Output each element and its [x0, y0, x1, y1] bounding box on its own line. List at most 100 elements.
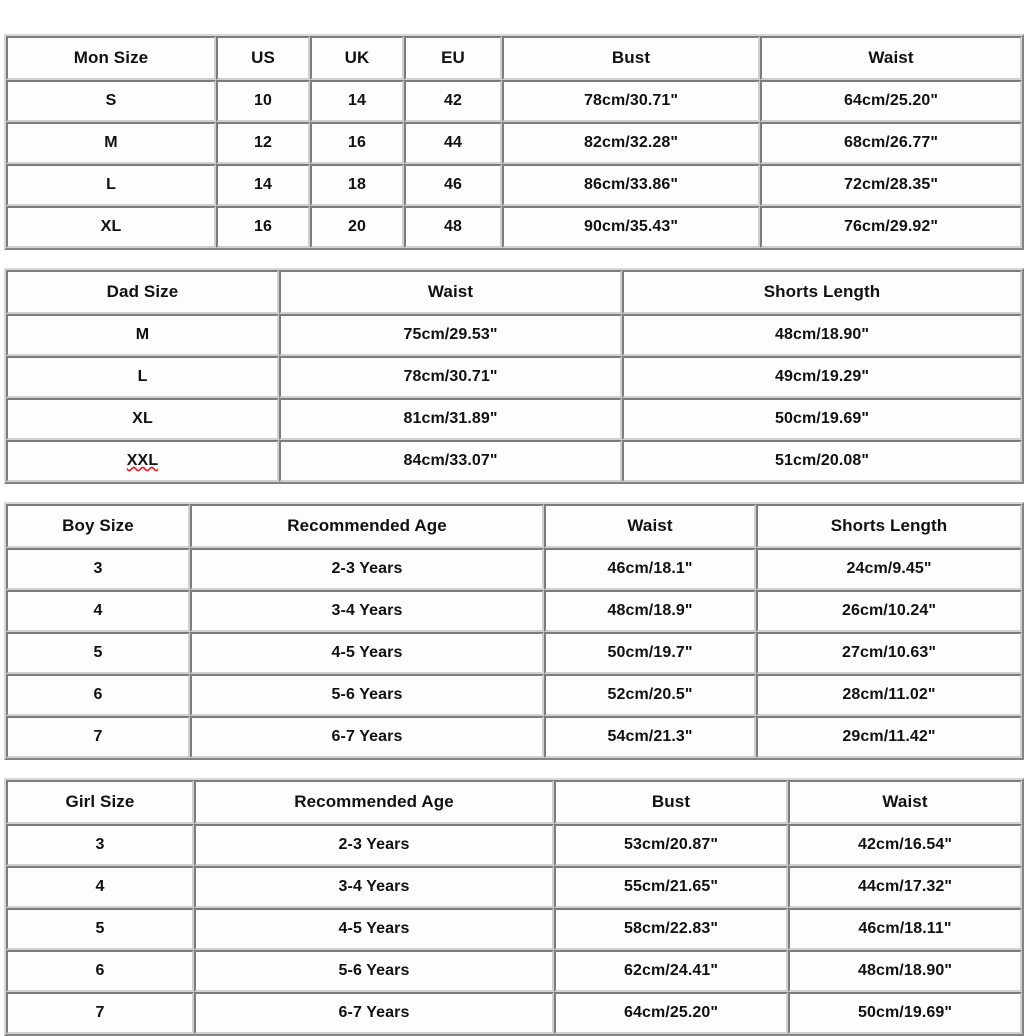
measurement-cell: 20: [310, 206, 404, 248]
measurement-cell: 64cm/25.20": [554, 992, 788, 1034]
table-row: 7 6-7 Years 54cm/21.3" 29cm/11.42": [6, 716, 1022, 758]
measurement-cell: 48cm/18.90": [788, 950, 1022, 992]
size-cell: 5: [6, 632, 190, 674]
column-header: Waist: [279, 270, 622, 314]
size-cell: L: [6, 164, 216, 206]
size-cell: 3: [6, 548, 190, 590]
measurement-cell: 55cm/21.65": [554, 866, 788, 908]
measurement-cell: 42: [404, 80, 502, 122]
size-cell: 4: [6, 590, 190, 632]
measurement-cell: 81cm/31.89": [279, 398, 622, 440]
measurement-cell: 5-6 Years: [194, 950, 554, 992]
measurement-cell: 75cm/29.53": [279, 314, 622, 356]
table-body: S 10 14 42 78cm/30.71" 64cm/25.20" M 12 16 44 82cm…: [6, 80, 1022, 248]
measurement-cell: 42cm/16.54": [788, 824, 1022, 866]
table-row: 3 2-3 Years 46cm/18.1" 24cm/9.45": [6, 548, 1022, 590]
mom-size-chart: Mon Size US UK EU Bust Waist S 10 14 42 78cm/30.7…: [4, 34, 1024, 250]
measurement-cell: 44: [404, 122, 502, 164]
table-row: 3 2-3 Years 53cm/20.87" 42cm/16.54": [6, 824, 1022, 866]
measurement-cell: 84cm/33.07": [279, 440, 622, 482]
measurement-cell: 72cm/28.35": [760, 164, 1022, 206]
measurement-cell: 53cm/20.87": [554, 824, 788, 866]
size-cell: XXL: [6, 440, 279, 482]
measurement-cell: 16: [216, 206, 310, 248]
column-header: Shorts Length: [756, 504, 1022, 548]
column-header: Recommended Age: [194, 780, 554, 824]
measurement-cell: 46: [404, 164, 502, 206]
measurement-cell: 48: [404, 206, 502, 248]
table-row: 6 5-6 Years 62cm/24.41" 48cm/18.90": [6, 950, 1022, 992]
table-row: XL 16 20 48 90cm/35.43" 76cm/29.92": [6, 206, 1022, 248]
measurement-cell: 44cm/17.32": [788, 866, 1022, 908]
measurement-cell: 2-3 Years: [194, 824, 554, 866]
table-body: M 75cm/29.53" 48cm/18.90" L 78cm/30.71" 49cm/…: [6, 314, 1022, 482]
size-chart-page: Mon Size US UK EU Bust Waist S 10 14 42 78cm/30.7…: [0, 0, 1024, 1036]
header-row: Boy Size Recommended Age Waist Shorts Lengt…: [6, 504, 1022, 548]
measurement-cell: 54cm/21.3": [544, 716, 756, 758]
measurement-cell: 6-7 Years: [194, 992, 554, 1034]
measurement-cell: 48cm/18.9": [544, 590, 756, 632]
measurement-cell: 2-3 Years: [190, 548, 544, 590]
size-cell: 7: [6, 716, 190, 758]
table-header: Girl Size Recommended Age Bust Waist: [6, 780, 1022, 824]
column-header: Waist: [544, 504, 756, 548]
size-cell: L: [6, 356, 279, 398]
girl-size-chart: Girl Size Recommended Age Bust Waist 3 2-3 Y…: [4, 778, 1024, 1036]
table-row: 5 4-5 Years 50cm/19.7" 27cm/10.63": [6, 632, 1022, 674]
size-cell: M: [6, 314, 279, 356]
measurement-cell: 52cm/20.5": [544, 674, 756, 716]
size-cell: XL: [6, 398, 279, 440]
table-row: 6 5-6 Years 52cm/20.5" 28cm/11.02": [6, 674, 1022, 716]
boy-size-chart: Boy Size Recommended Age Waist Shorts Lengt…: [4, 502, 1024, 760]
size-cell: XL: [6, 206, 216, 248]
column-header: Mon Size: [6, 36, 216, 80]
size-cell: 7: [6, 992, 194, 1034]
table-header: Mon Size US UK EU Bust Waist: [6, 36, 1022, 80]
table-row: M 75cm/29.53" 48cm/18.90": [6, 314, 1022, 356]
measurement-cell: 10: [216, 80, 310, 122]
measurement-cell: 4-5 Years: [190, 632, 544, 674]
table-header: Dad Size Waist Shorts Length: [6, 270, 1022, 314]
measurement-cell: 4-5 Years: [194, 908, 554, 950]
measurement-cell: 14: [310, 80, 404, 122]
column-header: Bust: [554, 780, 788, 824]
column-header: Recommended Age: [190, 504, 544, 548]
table-body: 3 2-3 Years 53cm/20.87" 42cm/16.54" 4 3-4 Yea…: [6, 824, 1022, 1034]
table-row: L 78cm/30.71" 49cm/19.29": [6, 356, 1022, 398]
table-body: 3 2-3 Years 46cm/18.1" 24cm/9.45" 4 3-4 Years…: [6, 548, 1022, 758]
measurement-cell: 28cm/11.02": [756, 674, 1022, 716]
size-cell: S: [6, 80, 216, 122]
table-row: 7 6-7 Years 64cm/25.20" 50cm/19.69": [6, 992, 1022, 1034]
spellcheck-underlined-text: XXL: [126, 452, 159, 469]
measurement-cell: 86cm/33.86": [502, 164, 760, 206]
column-header: EU: [404, 36, 502, 80]
column-header: Shorts Length: [622, 270, 1022, 314]
measurement-cell: 24cm/9.45": [756, 548, 1022, 590]
measurement-cell: 29cm/11.42": [756, 716, 1022, 758]
measurement-cell: 78cm/30.71": [502, 80, 760, 122]
column-header: Girl Size: [6, 780, 194, 824]
table-header: Boy Size Recommended Age Waist Shorts Lengt…: [6, 504, 1022, 548]
size-cell: 6: [6, 674, 190, 716]
column-header: Waist: [760, 36, 1022, 80]
measurement-cell: 46cm/18.11": [788, 908, 1022, 950]
table-row: S 10 14 42 78cm/30.71" 64cm/25.20": [6, 80, 1022, 122]
table-row: M 12 16 44 82cm/32.28" 68cm/26.77": [6, 122, 1022, 164]
measurement-cell: 51cm/20.08": [622, 440, 1022, 482]
measurement-cell: 68cm/26.77": [760, 122, 1022, 164]
measurement-cell: 64cm/25.20": [760, 80, 1022, 122]
measurement-cell: 3-4 Years: [194, 866, 554, 908]
measurement-cell: 6-7 Years: [190, 716, 544, 758]
measurement-cell: 12: [216, 122, 310, 164]
column-header: US: [216, 36, 310, 80]
header-row: Dad Size Waist Shorts Length: [6, 270, 1022, 314]
measurement-cell: 82cm/32.28": [502, 122, 760, 164]
table-row: XXL 84cm/33.07" 51cm/20.08": [6, 440, 1022, 482]
measurement-cell: 50cm/19.69": [622, 398, 1022, 440]
measurement-cell: 50cm/19.7": [544, 632, 756, 674]
size-cell: M: [6, 122, 216, 164]
size-cell: 4: [6, 866, 194, 908]
measurement-cell: 46cm/18.1": [544, 548, 756, 590]
measurement-cell: 78cm/30.71": [279, 356, 622, 398]
dad-size-chart: Dad Size Waist Shorts Length M 75cm/29.53" 4…: [4, 268, 1024, 484]
